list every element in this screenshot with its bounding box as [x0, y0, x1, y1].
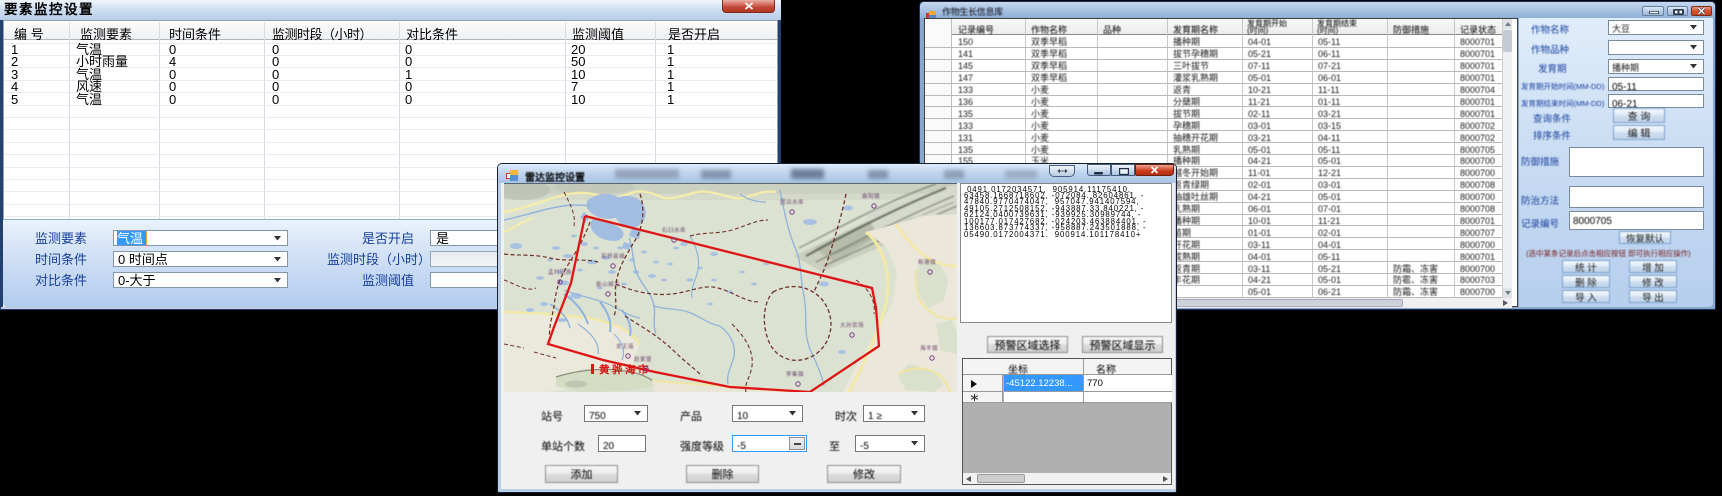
svg-text:新港镇: 新港镇 [918, 258, 936, 266]
svg-text:团泊水库: 团泊水库 [780, 198, 804, 206]
svg-text:石臼水库: 石臼水库 [662, 226, 686, 234]
svg-text:海丰镇: 海丰镇 [920, 344, 938, 352]
svg-text:孟村回族: 孟村回族 [548, 268, 572, 276]
svg-text:李集镇: 李集镇 [786, 370, 804, 378]
svg-text:赵家堡: 赵家堡 [634, 355, 652, 363]
svg-text:吴桥县城: 吴桥县城 [601, 252, 625, 260]
svg-text:大孙农场: 大孙农场 [840, 321, 864, 329]
svg-text:曲阳镇: 曲阳镇 [862, 192, 880, 200]
svg-text:盐山城关: 盐山城关 [596, 280, 620, 288]
svg-text:黄骅海市: 黄骅海市 [599, 362, 651, 377]
svg-text:龙王庙: 龙王庙 [616, 342, 634, 350]
